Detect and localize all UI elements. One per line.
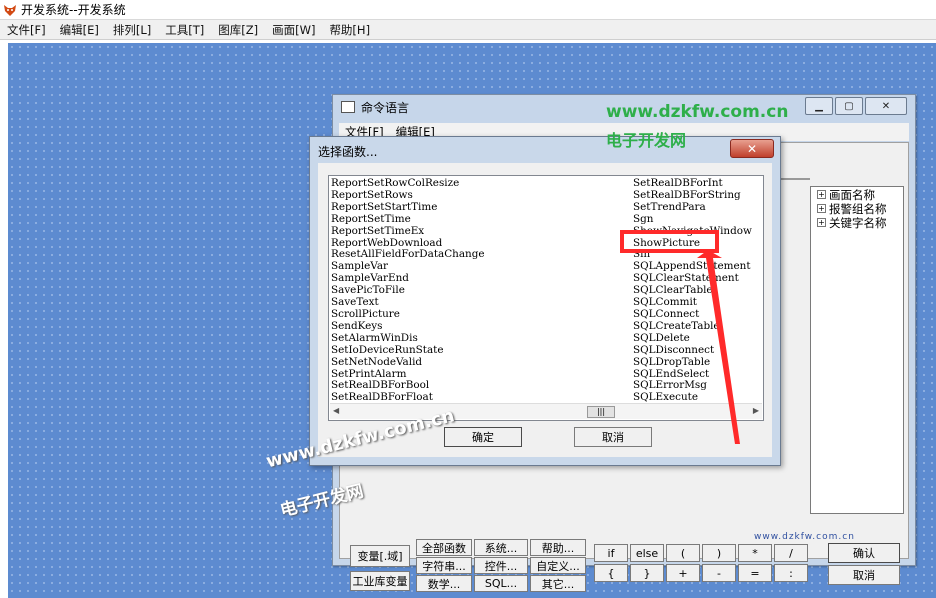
watermark-url-top: www.dzkfw.com.cn (606, 102, 789, 122)
watermark-small-url: www.dzkfw.com.cn (754, 532, 855, 542)
watermark-name-top: 电子开发网 (606, 131, 687, 150)
arrow-shape (697, 250, 740, 444)
annotation-arrow (697, 250, 740, 444)
